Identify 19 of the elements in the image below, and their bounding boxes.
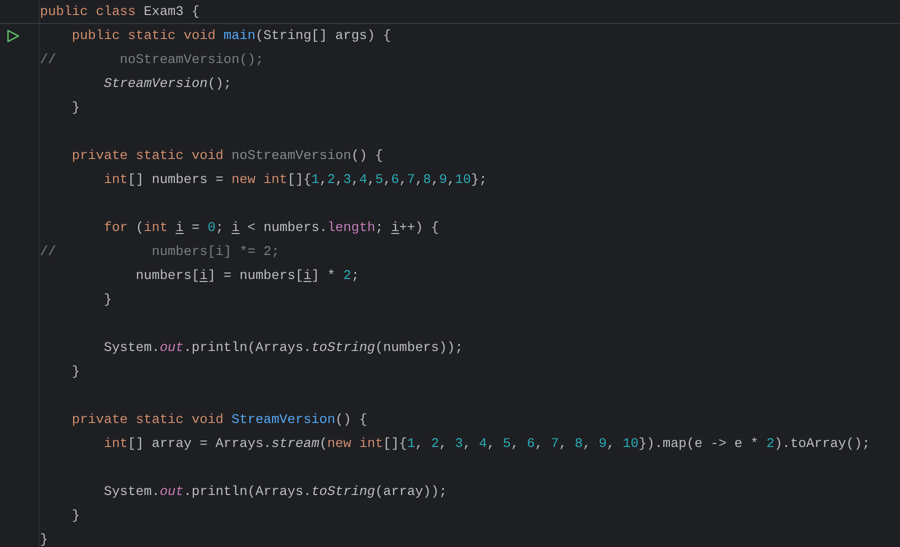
code-line: } bbox=[70, 363, 80, 381]
code-line: public class Exam3 { bbox=[40, 2, 200, 20]
code-line: // numbers[i] *= 2; bbox=[40, 243, 280, 261]
code-line: } bbox=[102, 291, 112, 309]
code-line: for (int i = 0; i < numbers.length; i++) { bbox=[102, 219, 440, 237]
code-line: // noStreamVersion(); bbox=[40, 51, 264, 69]
code-line: numbers[i] = numbers[i] * 2; bbox=[134, 267, 360, 285]
code-line: private static void StreamVersion() { bbox=[70, 411, 368, 429]
code-line: } bbox=[40, 531, 48, 547]
code-line: } bbox=[70, 507, 80, 525]
run-icon[interactable] bbox=[6, 29, 20, 43]
code-line: System.out.println(Arrays.toString(array)); bbox=[102, 483, 447, 501]
code-line: StreamVersion(); bbox=[102, 75, 232, 93]
code-line: private static void noStreamVersion() { bbox=[70, 147, 384, 165]
code-line: int[] numbers = new int[]{1,2,3,4,5,6,7,8,9,10}; bbox=[102, 171, 487, 189]
code-line: public static void main(String[] args) { bbox=[70, 27, 392, 45]
code-line: int[] array = Arrays.stream(new int[]{1, 2, 3, 4, 5, 6, 7, 8, 9, 10}).map(e -> e * 2).toArray(); bbox=[102, 435, 870, 453]
code-line: } bbox=[70, 99, 80, 117]
code-line: System.out.println(Arrays.toString(numbers)); bbox=[102, 339, 463, 357]
